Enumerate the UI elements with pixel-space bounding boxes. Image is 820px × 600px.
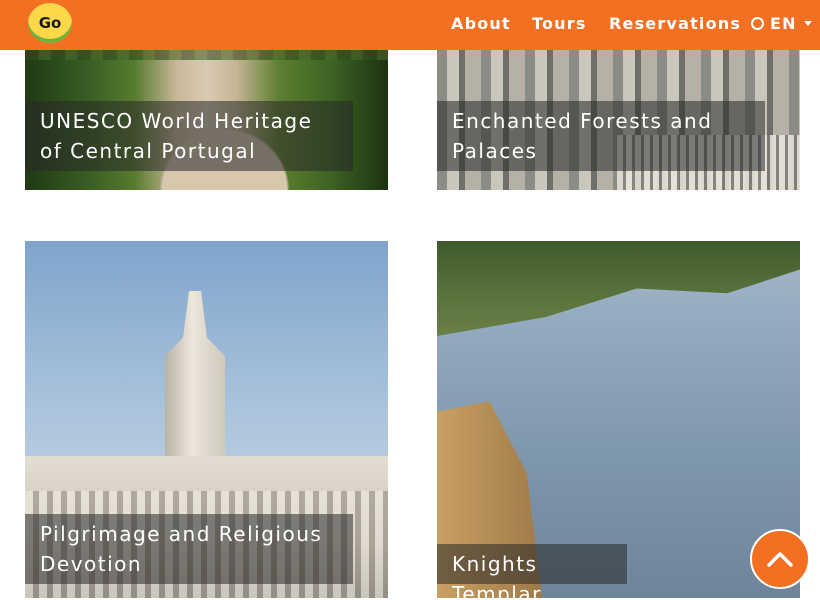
nav-link-tours[interactable]: Tours	[532, 13, 587, 35]
tour-card-pilgrimage[interactable]: Pilgrimage and Religious Devotion	[25, 241, 388, 598]
chevron-up-icon	[767, 552, 793, 567]
caret-down-icon	[803, 21, 812, 26]
card-caption: Knights Templar	[437, 544, 627, 598]
card-caption: UNESCO World Heritage of Central Portuga…	[25, 101, 353, 171]
brand-logo[interactable]: Go	[28, 3, 72, 43]
card-caption: Pilgrimage and Religious Devotion	[25, 514, 353, 584]
nav-link-about[interactable]: About	[451, 13, 511, 35]
top-navbar: Go About Tours Reservations EN	[0, 0, 820, 50]
tour-card-knights-templar[interactable]: Knights Templar	[437, 241, 800, 598]
logo-text: Go	[38, 14, 62, 32]
nav-link-reservations[interactable]: Reservations	[609, 13, 741, 35]
back-to-top-button[interactable]	[750, 529, 810, 589]
language-selector[interactable]: EN	[751, 13, 812, 35]
card-caption: Enchanted Forests and Palaces	[437, 101, 765, 171]
globe-icon	[751, 17, 764, 30]
language-label: EN	[770, 14, 797, 33]
